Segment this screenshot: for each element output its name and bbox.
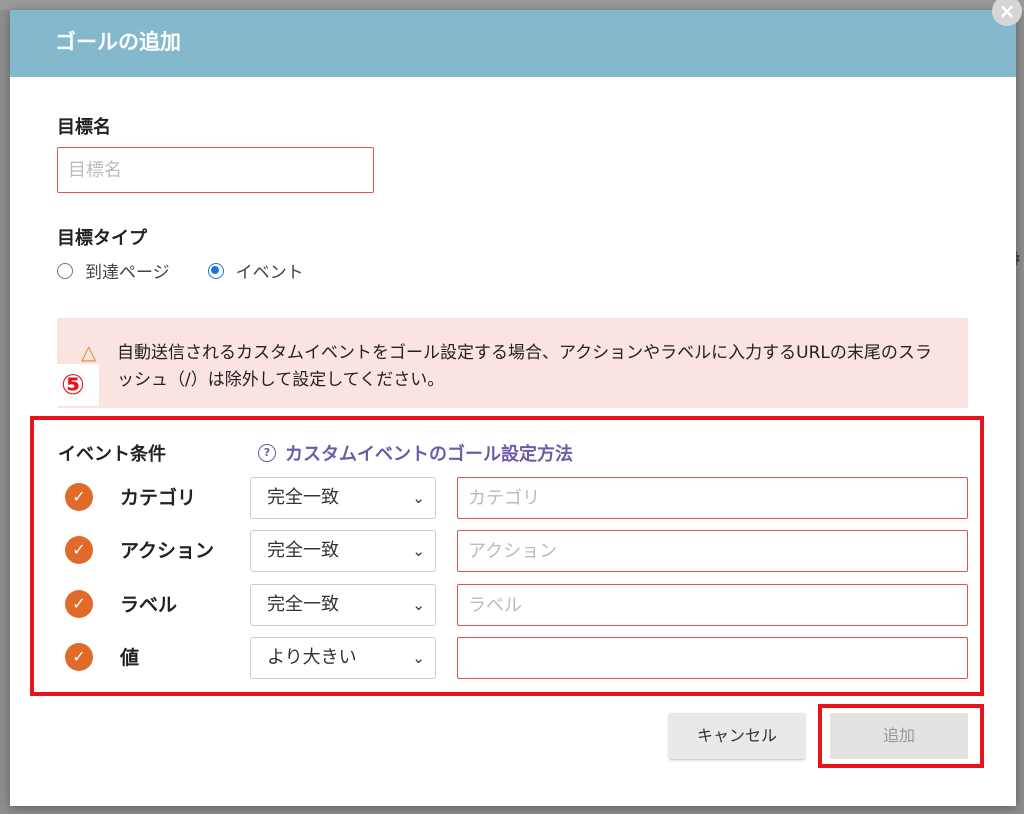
chevron-down-icon: ⌄	[412, 542, 425, 560]
condition-row-category: ✓ カテゴリ 完全一致 ⌄	[10, 477, 1016, 521]
match-type-select[interactable]: 完全一致 ⌄	[250, 477, 436, 519]
radio-button-event[interactable]	[207, 262, 224, 279]
add-button[interactable]: 追加	[830, 713, 968, 759]
warning-triangle-icon: △	[81, 340, 97, 364]
dialog-title: ゴールの追加	[55, 30, 181, 54]
category-input[interactable]	[457, 477, 968, 519]
match-type-value: 完全一致	[267, 487, 339, 508]
close-icon[interactable]: ×	[992, 0, 1022, 26]
check-circle-icon[interactable]: ✓	[65, 536, 93, 564]
warning-notice: △ 自動送信されるカスタムイベントをゴール設定する場合、アクションやラベルに入力…	[57, 318, 968, 408]
check-circle-icon[interactable]: ✓	[65, 590, 93, 618]
condition-label: アクション	[120, 540, 215, 562]
chevron-down-icon: ⌄	[412, 596, 425, 614]
help-link-label[interactable]: カスタムイベントのゴール設定方法	[285, 440, 573, 466]
question-circle-icon: ?	[258, 444, 276, 462]
match-type-value: 完全一致	[267, 540, 339, 561]
radio-label-event: イベント	[235, 263, 304, 283]
condition-row-value: ✓ 値 より大きい ⌄	[10, 637, 1016, 681]
radio-label-page: 到達ページ	[85, 263, 170, 283]
condition-label: 値	[120, 647, 140, 669]
goal-name-label: 目標名	[57, 117, 111, 138]
condition-row-action: ✓ アクション 完全一致 ⌄	[10, 530, 1016, 574]
cancel-button[interactable]: キャンセル	[669, 713, 805, 759]
radio-option-page[interactable]: 到達ページ	[57, 258, 170, 283]
warning-text: 自動送信されるカスタムイベントをゴール設定する場合、アクションやラベルに入力する…	[117, 343, 932, 390]
value-input[interactable]	[457, 637, 968, 679]
event-conditions-title: イベント条件	[58, 444, 166, 465]
match-type-value: より大きい	[267, 647, 357, 668]
add-goal-dialog: ゴールの追加 × 目標名 目標タイプ 到達ページ イベント △ 自動送信されるカ…	[10, 0, 1022, 806]
chevron-down-icon: ⌄	[412, 489, 425, 507]
dialog-header: ゴールの追加	[10, 10, 1016, 77]
radio-button-page[interactable]	[57, 262, 73, 279]
goal-name-input[interactable]	[57, 147, 374, 193]
condition-label: ラベル	[120, 594, 178, 616]
condition-label: カテゴリ	[120, 487, 197, 509]
goal-type-radio-group: 到達ページ イベント	[57, 258, 342, 283]
check-circle-icon[interactable]: ✓	[65, 483, 93, 511]
match-type-select[interactable]: 完全一致 ⌄	[250, 530, 436, 572]
match-type-select[interactable]: 完全一致 ⌄	[250, 584, 436, 626]
check-circle-icon[interactable]: ✓	[65, 643, 93, 671]
radio-option-event[interactable]: イベント	[207, 258, 304, 283]
action-input[interactable]	[457, 530, 968, 572]
background-page	[0, 0, 1024, 10]
condition-row-label: ✓ ラベル 完全一致 ⌄	[10, 584, 1016, 628]
help-link[interactable]: ? カスタムイベントのゴール設定方法	[258, 440, 573, 466]
chevron-down-icon: ⌄	[412, 649, 425, 667]
match-type-value: 完全一致	[267, 594, 339, 615]
match-type-select[interactable]: より大きい ⌄	[250, 637, 436, 679]
step-number-marker: ⑤	[47, 364, 99, 406]
label-input[interactable]	[457, 584, 968, 626]
goal-type-label: 目標タイプ	[57, 228, 147, 249]
